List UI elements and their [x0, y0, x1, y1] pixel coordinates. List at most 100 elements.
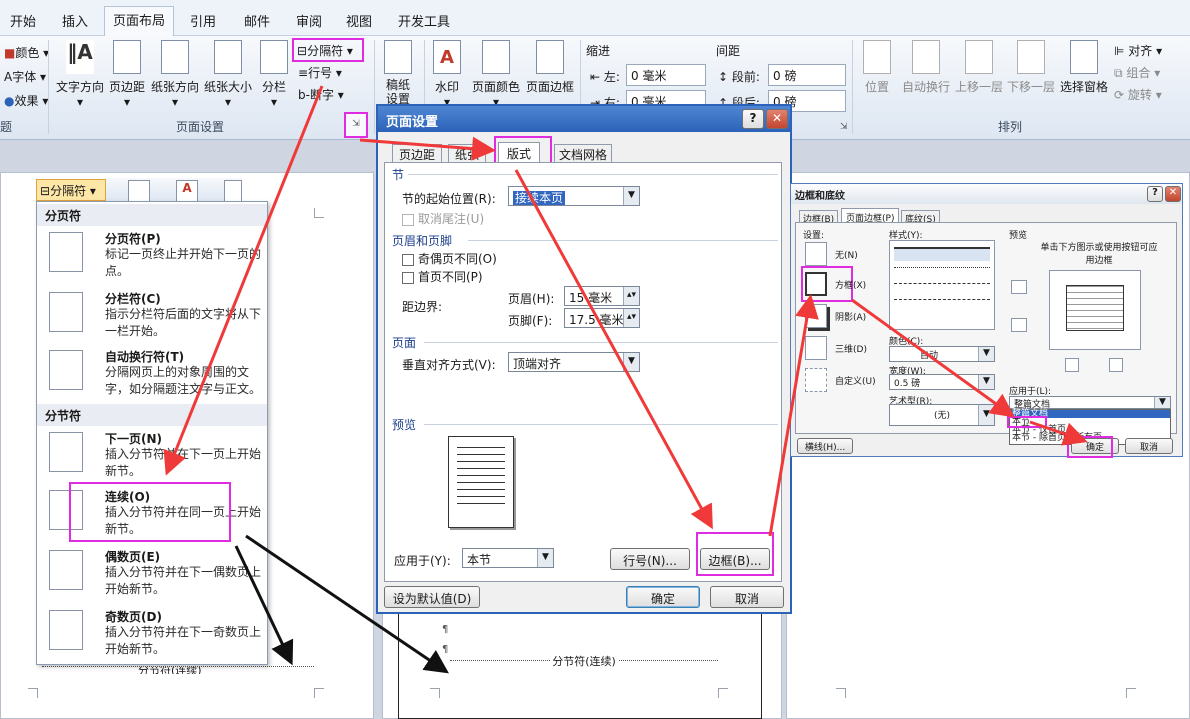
valign-select[interactable]: 顶端对齐 ▼: [508, 352, 640, 372]
style-list[interactable]: [889, 240, 995, 330]
set-default-button[interactable]: 设为默认值(D): [384, 586, 480, 608]
watermark-button[interactable]: A 水印 ▾: [430, 40, 464, 109]
setting-label: 设置:: [803, 231, 825, 241]
ok-button[interactable]: 确定: [626, 586, 700, 608]
tab-home[interactable]: 开始: [2, 8, 44, 36]
tab-page-layout[interactable]: 页面布局: [104, 6, 175, 37]
send-backward-button[interactable]: 下移一层: [1006, 40, 1056, 95]
orientation-icon: [161, 40, 189, 74]
chevron-down-icon: ▼: [623, 353, 639, 371]
theme-fonts-button[interactable]: A字体 ▾: [4, 68, 46, 85]
help-button[interactable]: ?: [1147, 186, 1163, 202]
page-break-icon: [49, 232, 83, 272]
tab-margins[interactable]: 页边距: [392, 144, 443, 164]
style-option-dashed2[interactable]: [894, 299, 990, 311]
right-border-toggle[interactable]: [1109, 358, 1123, 372]
tab-doc-grid[interactable]: 文档网格: [554, 144, 613, 164]
breaks-icon: ⊟: [40, 184, 51, 198]
setting-none-icon[interactable]: [805, 242, 827, 266]
menu-item-next-page[interactable]: 下一页(N) 插入分节符并在下一页上开始新节。: [37, 428, 267, 484]
size-button[interactable]: 纸张大小 ▾: [202, 40, 254, 109]
rotate-button[interactable]: ⟳ 旋转 ▾: [1114, 86, 1162, 103]
section-breaks-heading: 分节符: [37, 404, 267, 426]
menu-item-column-break[interactable]: 分栏符(C) 指示分栏符后面的文字将从下一栏开始。: [37, 288, 267, 346]
bring-forward-button[interactable]: 上移一层: [954, 40, 1004, 95]
tab-insert[interactable]: 插入: [54, 8, 96, 36]
group-divider: [852, 40, 853, 134]
text-direction-button[interactable]: ‖A 文字方向 ▾: [54, 40, 106, 109]
apply-to-select[interactable]: 整篇文档 ▼: [1009, 396, 1171, 410]
line-numbers-button[interactable]: ≡行号 ▾: [298, 64, 342, 81]
tab-mailings[interactable]: 邮件: [236, 8, 278, 36]
section-start-select[interactable]: 接续本页 ▼: [508, 186, 640, 206]
hyphenation-button[interactable]: b-断字 ▾: [298, 86, 344, 103]
close-button[interactable]: ✕: [1165, 186, 1181, 202]
rotate-icon: ⟳: [1114, 88, 1128, 102]
setting-custom-icon[interactable]: [805, 368, 827, 392]
page-setup-launcher[interactable]: ⇲: [344, 112, 368, 138]
columns-button[interactable]: 分栏 ▾: [258, 40, 290, 109]
menu-item-text-wrapping-break[interactable]: 自动换行符(T) 分隔网页上的对象周围的文字，如分隔题注文字与正文。: [37, 346, 267, 404]
bottom-border-toggle[interactable]: [1011, 318, 1027, 332]
cancel-endnotes-checkbox[interactable]: 取消尾注(U): [402, 210, 484, 227]
horizontal-line-button[interactable]: 横线(H)...: [797, 438, 853, 454]
style-option-dashed[interactable]: [894, 283, 990, 295]
group-icon: ⧉: [1114, 66, 1127, 80]
setting-none-label[interactable]: 无(N): [835, 248, 858, 261]
cancel-button[interactable]: 取消: [710, 586, 784, 608]
theme-colors-button[interactable]: ■颜色 ▾: [4, 44, 49, 61]
setting-shadow-label[interactable]: 阴影(A): [835, 310, 866, 323]
menu-item-even-page[interactable]: 偶数页(E) 插入分节符并在下一偶数页上开始新节。: [37, 546, 267, 604]
border-preview[interactable]: [1049, 270, 1141, 350]
indent-left-input[interactable]: 0 毫米: [626, 64, 706, 86]
position-button[interactable]: 位置: [858, 40, 896, 95]
wrap-text-icon: [912, 40, 940, 74]
margins-button[interactable]: 页边距 ▾: [106, 40, 148, 109]
breaks-button-label: 分隔符: [50, 184, 87, 198]
menu-item-odd-page[interactable]: 奇数页(D) 插入分节符并在下一奇数页上开始新节。: [37, 606, 267, 664]
header-distance-input[interactable]: 15 毫米 ▴▾: [564, 286, 640, 306]
width-select[interactable]: 0.5 磅 ▼: [889, 374, 995, 390]
style-option-solid[interactable]: [894, 247, 990, 261]
page-color-button[interactable]: 页面颜色 ▾: [470, 40, 522, 109]
tab-references[interactable]: 引用: [182, 8, 224, 36]
menu-item-page-break[interactable]: 分页符(P) 标记一页终止并开始下一页的点。: [37, 228, 267, 284]
top-border-toggle[interactable]: [1011, 280, 1027, 294]
setting-shadow-icon[interactable]: [805, 304, 827, 328]
color-select[interactable]: 自动 ▼: [889, 346, 995, 362]
selection-pane-button[interactable]: 选择窗格: [1058, 40, 1110, 95]
paragraph-launcher-icon[interactable]: ⇲: [840, 122, 848, 132]
wrap-text-button[interactable]: 自动换行: [900, 40, 952, 95]
help-button[interactable]: ?: [742, 109, 764, 129]
page-borders-button[interactable]: 页面边框: [524, 40, 576, 95]
rotate-label: 旋转: [1127, 88, 1152, 102]
style-option-dotted[interactable]: [894, 267, 990, 279]
tab-view[interactable]: 视图: [338, 8, 380, 36]
tab-developer[interactable]: 开发工具: [390, 8, 458, 36]
line-numbers-dialog-button[interactable]: 行号(N)...: [610, 548, 690, 570]
setting-box-label[interactable]: 方框(X): [835, 278, 866, 291]
footer-distance-input[interactable]: 17.5 毫米 ▴▾: [564, 308, 640, 328]
tab-review[interactable]: 审阅: [288, 8, 330, 36]
setting-custom-label[interactable]: 自定义(U): [835, 374, 876, 387]
margin-mark: [836, 688, 846, 698]
first-page-checkbox[interactable]: 首页不同(P): [402, 268, 483, 285]
odd-even-checkbox[interactable]: 奇偶页不同(O): [402, 250, 497, 267]
setting-3d-label[interactable]: 三维(D): [835, 342, 867, 355]
group-button[interactable]: ⧉ 组合 ▾: [1114, 64, 1160, 81]
breaks-button-active[interactable]: ⊟分隔符 ▾: [36, 179, 106, 201]
align-button[interactable]: ⊫ 对齐 ▾: [1114, 42, 1162, 59]
left-border-toggle[interactable]: [1065, 358, 1079, 372]
apply-to-select[interactable]: 本节 ▼: [462, 548, 554, 568]
menu-item-desc: 插入分节符并在下一页上开始新节。: [105, 447, 262, 478]
art-select[interactable]: (无) ▼: [889, 404, 995, 426]
tab-paper[interactable]: 纸张: [448, 144, 487, 164]
setting-3d-icon[interactable]: [805, 336, 827, 360]
close-button[interactable]: ✕: [766, 109, 788, 129]
manuscript-button[interactable]: 稿纸 设置: [382, 40, 414, 106]
spacing-before-input[interactable]: 0 磅: [768, 64, 846, 86]
theme-effects-button[interactable]: ●效果 ▾: [4, 92, 48, 109]
breaks-button[interactable]: ⊟分隔符 ▾: [292, 38, 364, 62]
orientation-button[interactable]: 纸张方向 ▾: [150, 40, 200, 109]
cancel-button[interactable]: 取消: [1125, 438, 1173, 454]
